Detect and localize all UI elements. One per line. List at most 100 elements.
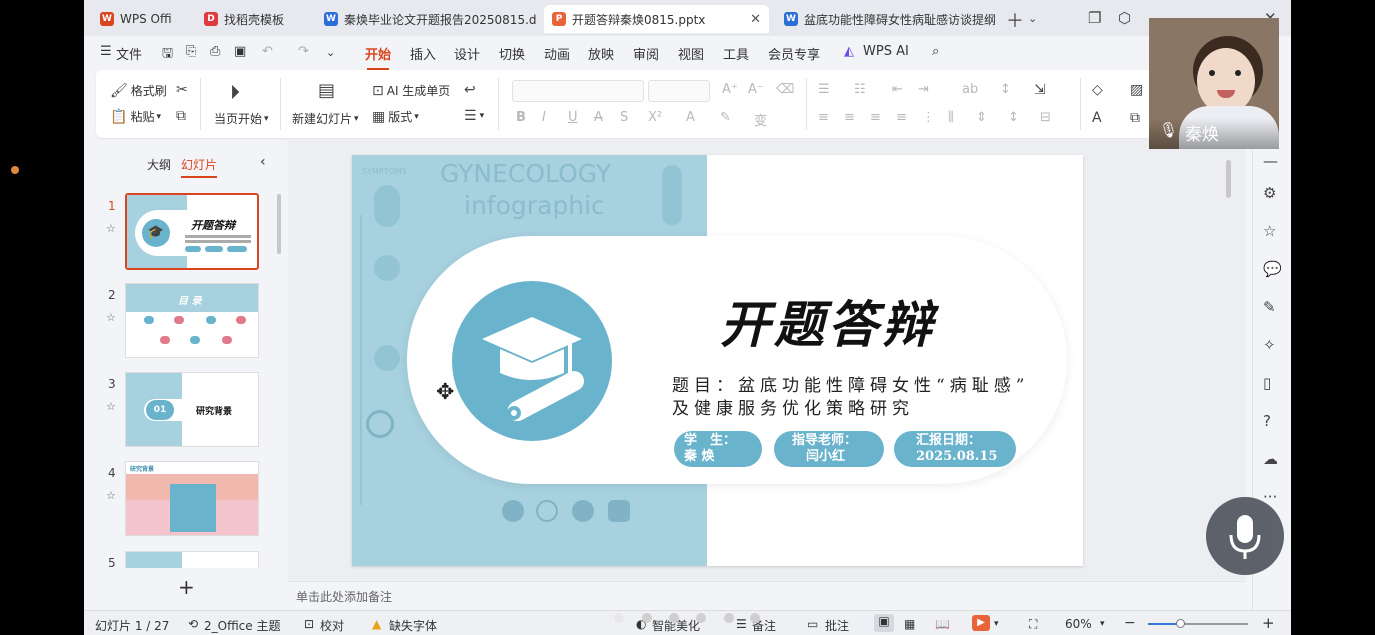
slide-thumbnail-1[interactable]: 🎓 开题答辩 xyxy=(125,193,259,270)
sort-icon[interactable]: ↕ xyxy=(1000,82,1011,97)
decrease-font-icon[interactable]: A⁻ xyxy=(748,82,764,97)
slide-thumbnail-3[interactable]: 01 研究背景 xyxy=(125,372,259,447)
slide-thumbnail-5[interactable] xyxy=(125,551,259,568)
clear-format-icon[interactable]: ⌫ xyxy=(776,82,794,97)
advisor-badge[interactable]: 指导老师： 闫小红 xyxy=(774,431,884,467)
tab-outline[interactable]: 大纲 xyxy=(147,156,171,173)
help-icon[interactable]: ? xyxy=(1263,412,1271,430)
topic-line-1[interactable]: 题目：盆底功能性障碍女性“病耻感” xyxy=(672,371,1029,396)
voice-input-button[interactable] xyxy=(1206,497,1284,575)
italic-icon[interactable]: I xyxy=(542,110,546,125)
play-from-current-button[interactable]: 当页开始 ▾ xyxy=(214,110,269,127)
fit-window-icon[interactable]: ⛶ xyxy=(1029,617,1037,632)
section-icon[interactable]: ☰ ▾ xyxy=(464,108,484,124)
slideshow-dropdown-icon[interactable]: ▾ xyxy=(994,619,999,629)
new-tab-plus-icon[interactable]: ＋ xyxy=(1006,7,1024,33)
reading-view-icon[interactable]: 📖 xyxy=(935,617,950,631)
phonetic-icon[interactable]: 变 xyxy=(754,110,767,129)
menu-animations[interactable]: 动画 xyxy=(544,44,570,63)
bold-icon[interactable]: B xyxy=(516,110,526,125)
ai-generate-slide-button[interactable]: ⊡ AI 生成单页 xyxy=(372,82,450,99)
menu-tools[interactable]: 工具 xyxy=(723,44,749,63)
chevron-down-icon[interactable]: ⌄ xyxy=(1028,12,1037,25)
align-left-icon[interactable]: ≡ xyxy=(818,110,829,125)
menu-transitions[interactable]: 切换 xyxy=(499,44,525,63)
copy-button[interactable]: ⧉ xyxy=(176,108,189,124)
text-box-align-icon[interactable]: ⊟ xyxy=(1040,110,1051,125)
new-slide-button[interactable]: 新建幻灯片 ▾ xyxy=(292,110,359,127)
comments-button[interactable]: 批注 xyxy=(825,617,849,634)
shapes-icon[interactable]: ◇ xyxy=(1092,82,1103,98)
window-restore-icon[interactable]: ❐ xyxy=(1088,9,1101,27)
slide-sorter-icon[interactable]: ▦ xyxy=(904,617,915,631)
distribute-icon[interactable]: ⋮ xyxy=(922,110,935,125)
menu-slideshow[interactable]: 放映 xyxy=(588,44,614,63)
font-color-icon[interactable]: A xyxy=(686,110,695,125)
theme-name[interactable]: 2_Office 主题 xyxy=(204,617,280,634)
collapse-rail-icon[interactable]: — xyxy=(1263,152,1278,170)
star-icon[interactable]: ☆ xyxy=(106,311,116,324)
strikethrough-icon[interactable]: A xyxy=(594,110,603,125)
preview-icon[interactable]: ▣ xyxy=(234,44,246,59)
close-tab-icon[interactable]: ✕ xyxy=(750,12,761,27)
underline-icon[interactable]: U xyxy=(568,110,578,125)
report-date-badge[interactable]: 汇报日期： 2025.08.15 xyxy=(894,431,1016,467)
redo-icon[interactable]: ↷ xyxy=(298,44,309,59)
new-slide-icon[interactable]: ▤ xyxy=(318,80,335,101)
search-icon[interactable]: ⌕ xyxy=(932,44,939,59)
justify-icon[interactable]: ≡ xyxy=(896,110,907,125)
indent-icon[interactable]: ⇥ xyxy=(918,82,929,97)
menu-insert[interactable]: 插入 xyxy=(410,44,436,63)
menu-file[interactable]: 文件 xyxy=(116,44,142,63)
print-icon[interactable]: ⎙ xyxy=(210,44,220,59)
slide-thumbnail-2[interactable]: 目 录 xyxy=(125,283,259,358)
tab-thesis-report[interactable]: W 秦焕毕业论文开题报告20250815.do xyxy=(316,5,536,33)
increase-font-icon[interactable]: A⁺ xyxy=(722,82,738,97)
menu-review[interactable]: 审阅 xyxy=(633,44,659,63)
arrange-icon[interactable]: ⧉ xyxy=(1130,110,1140,126)
align-right-icon[interactable]: ≡ xyxy=(870,110,881,125)
slide-title[interactable]: 开题答辩 xyxy=(720,285,936,357)
notes-pane[interactable]: 单击此处添加备注 xyxy=(288,581,1246,609)
menu-member[interactable]: 会员专享 xyxy=(768,44,820,63)
line-spacing-icon[interactable]: ↕ xyxy=(1008,110,1019,125)
reset-icon[interactable]: ↩ xyxy=(464,82,479,98)
tab-wps-office[interactable]: W WPS Offi xyxy=(92,5,192,33)
align-center-icon[interactable]: ≡ xyxy=(844,110,855,125)
zoom-in-icon[interactable]: + xyxy=(1262,614,1275,632)
menu-wps-ai[interactable]: WPS AI xyxy=(863,44,909,59)
play-circle-icon[interactable]: ⏵ xyxy=(230,80,240,104)
missing-font-button[interactable]: 缺失字体 xyxy=(389,617,437,634)
export-icon[interactable]: ⎘ xyxy=(186,44,196,59)
collapse-panel-icon[interactable]: ‹ xyxy=(260,154,266,170)
tab-defense-pptx[interactable]: P 开题答辩秦焕0815.pptx ✕ xyxy=(544,5,769,33)
star-icon[interactable]: ☆ xyxy=(106,489,116,502)
hamburger-menu-icon[interactable]: ☰ xyxy=(100,44,112,59)
zoom-level[interactable]: 60% xyxy=(1065,617,1092,631)
cloud-icon[interactable]: ☁ xyxy=(1263,450,1278,468)
undo-icon[interactable]: ↶ xyxy=(262,44,273,59)
slide-thumbnail-4[interactable]: 研究背景 xyxy=(125,461,259,536)
star-icon[interactable]: ☆ xyxy=(106,400,116,413)
outdent-icon[interactable]: ⇤ xyxy=(892,82,903,97)
save-icon[interactable]: 🖫 xyxy=(162,44,173,66)
zoom-dropdown-icon[interactable]: ▾ xyxy=(1100,619,1105,629)
slide-1[interactable]: SYMPTOMS GYNECOLOGY infographic 开题答辩 题目：… xyxy=(352,155,1083,566)
layout-button[interactable]: ▦ 版式 ▾ xyxy=(372,108,419,125)
topic-line-2[interactable]: 及健康服务优化策略研究 xyxy=(672,394,914,419)
canvas-scrollbar[interactable] xyxy=(1226,160,1231,198)
proofread-button[interactable]: 校对 xyxy=(320,617,344,634)
slideshow-play-icon[interactable]: ▶ xyxy=(972,615,990,631)
tab-slides[interactable]: 幻灯片 xyxy=(181,156,218,178)
book-search-icon[interactable]: ▯ xyxy=(1263,374,1271,392)
add-slide-button[interactable]: + xyxy=(178,575,195,599)
highlight-icon[interactable]: ✎ xyxy=(720,110,731,125)
shadow-icon[interactable]: S xyxy=(620,110,628,125)
bullet-list-icon[interactable]: ☰ xyxy=(818,82,830,97)
settings-sliders-icon[interactable]: ⚙ xyxy=(1263,184,1276,202)
cube-icon[interactable]: ⬡ xyxy=(1118,9,1131,27)
format-painter-button[interactable]: 🖌 格式刷 xyxy=(110,82,167,99)
superscript-icon[interactable]: X² xyxy=(648,110,662,125)
menu-home[interactable]: 开始 xyxy=(365,44,391,70)
font-size-select[interactable] xyxy=(648,80,710,102)
